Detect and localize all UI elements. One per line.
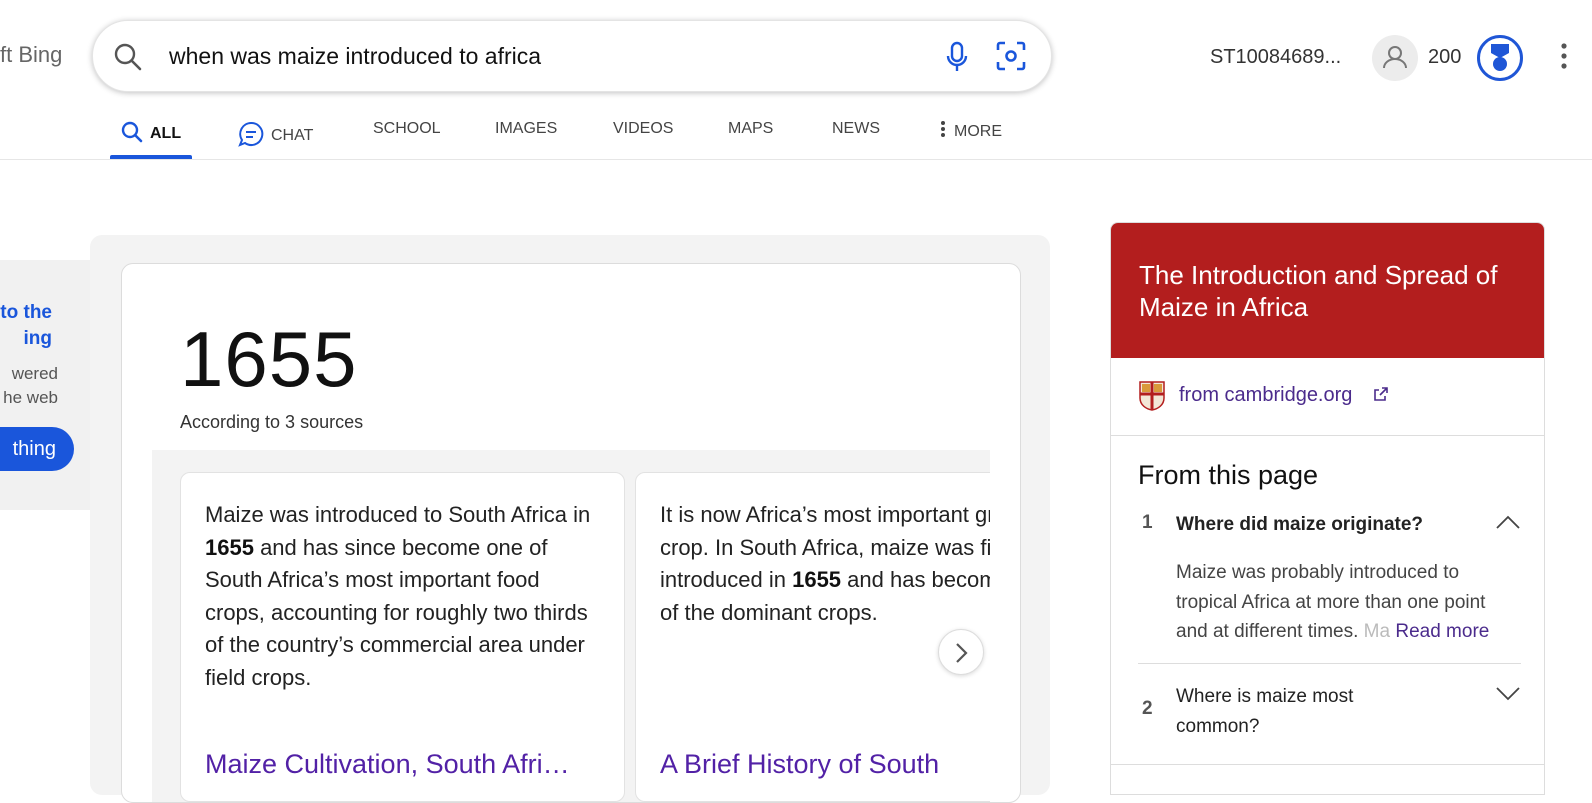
chevron-down-icon[interactable] bbox=[1495, 686, 1521, 702]
promo-panel: to the ing wered he web thing bbox=[0, 260, 90, 510]
source-snippet: It is now Africa’s most important grain … bbox=[660, 502, 990, 625]
divider bbox=[1111, 764, 1544, 765]
visual-search-icon[interactable] bbox=[995, 40, 1027, 77]
divider bbox=[1138, 663, 1521, 664]
user-id[interactable]: ST10084689... bbox=[1210, 46, 1341, 69]
tab-label: MORE bbox=[954, 123, 1002, 140]
faq-number: 1 bbox=[1142, 512, 1153, 533]
search-icon[interactable] bbox=[113, 42, 143, 77]
search-input[interactable]: when was maize introduced to africa bbox=[169, 43, 541, 70]
panel-title[interactable]: The Introduction and Spread of Maize in … bbox=[1111, 223, 1544, 358]
search-box[interactable]: when was maize introduced to africa bbox=[92, 20, 1052, 92]
source-card[interactable]: It is now Africa’s most important grain … bbox=[635, 472, 990, 802]
source-link[interactable]: from cambridge.org bbox=[1179, 384, 1352, 407]
search-icon bbox=[121, 121, 143, 143]
microphone-icon[interactable] bbox=[945, 41, 969, 78]
header-divider bbox=[0, 159, 1592, 160]
tab-news[interactable]: NEWS bbox=[832, 120, 880, 138]
more-vertical-icon bbox=[941, 121, 945, 137]
faq-number: 2 bbox=[1142, 698, 1153, 719]
avatar[interactable] bbox=[1372, 35, 1418, 81]
external-link-icon bbox=[1374, 387, 1388, 401]
brand-logo-text[interactable]: ft Bing bbox=[0, 42, 62, 68]
menu-icon[interactable] bbox=[1560, 42, 1568, 77]
tab-images[interactable]: IMAGES bbox=[495, 120, 557, 138]
carousel-next-button[interactable] bbox=[938, 629, 984, 675]
tab-more[interactable]: MORE bbox=[940, 120, 1002, 141]
answer-value: 1655 bbox=[180, 315, 358, 403]
source-card[interactable]: Maize was introduced to South Africa in … bbox=[180, 472, 625, 802]
tab-videos[interactable]: VIDEOS bbox=[613, 120, 673, 138]
faq-question[interactable]: Where did maize originate? bbox=[1176, 510, 1423, 540]
source-link[interactable]: Maize Cultivation, South Afri… bbox=[205, 749, 570, 780]
tab-all[interactable]: ALL bbox=[120, 120, 181, 144]
cambridge-crest-icon bbox=[1139, 381, 1165, 411]
tab-label: CHAT bbox=[271, 127, 314, 144]
panel-source[interactable]: from cambridge.org bbox=[1111, 358, 1544, 436]
promo-title[interactable]: to the ing bbox=[0, 300, 52, 352]
source-carousel: Maize was introduced to South Africa in … bbox=[152, 450, 990, 802]
source-link[interactable]: A Brief History of South bbox=[660, 749, 939, 780]
answer-card: 1655 According to 3 sources Maize was in… bbox=[121, 263, 1021, 803]
answer-sources: According to 3 sources bbox=[180, 412, 364, 432]
source-snippet: Maize was introduced to South Africa in … bbox=[205, 502, 591, 690]
person-icon bbox=[1383, 46, 1407, 69]
chevron-up-icon[interactable] bbox=[1495, 514, 1521, 530]
rewards-medal-icon[interactable] bbox=[1477, 35, 1523, 81]
knowledge-panel: The Introduction and Spread of Maize in … bbox=[1110, 222, 1545, 795]
tab-chat[interactable]: CHAT bbox=[237, 120, 313, 148]
section-header: From this page bbox=[1138, 460, 1319, 490]
read-more-link[interactable]: Read more bbox=[1395, 621, 1489, 642]
tab-maps[interactable]: MAPS bbox=[728, 120, 773, 138]
faq-question[interactable]: Where is maize most common? bbox=[1176, 682, 1426, 742]
chevron-right-icon bbox=[956, 643, 968, 663]
chat-icon bbox=[238, 121, 264, 147]
faq-answer: Maize was probably introduced to tropica… bbox=[1176, 562, 1490, 642]
rewards-points[interactable]: 200 bbox=[1428, 46, 1461, 69]
tab-label: ALL bbox=[150, 125, 182, 142]
promo-description: wered he web bbox=[3, 364, 58, 407]
tab-school[interactable]: SCHOOL bbox=[373, 120, 441, 138]
promo-button[interactable]: thing bbox=[0, 427, 74, 471]
